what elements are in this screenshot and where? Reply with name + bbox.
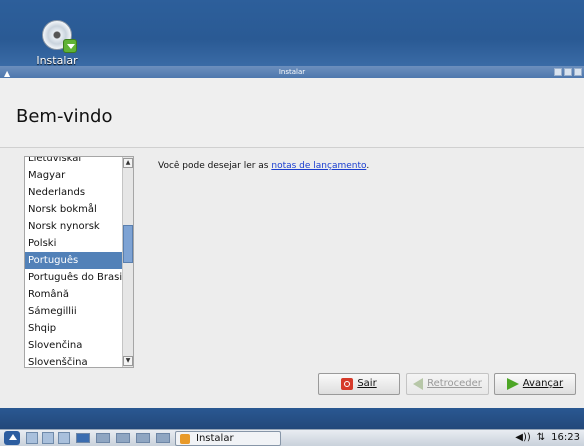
language-list-item[interactable]: Shqip (25, 320, 123, 337)
back-arrow-icon (413, 378, 424, 390)
installer-window: ▲ Instalar Bem-vindo Lietuviškai Magyar Ne… (0, 66, 584, 408)
system-tray: ◀)) ⇅ 16:23 (515, 431, 580, 445)
maximize-button[interactable] (564, 68, 572, 76)
installer-content: Lietuviškai Magyar Nederlands Norsk bokmål N… (0, 148, 584, 408)
release-note-text: Você pode desejar ler as notas de lançam… (158, 161, 369, 171)
workspace-4[interactable] (136, 433, 150, 443)
welcome-header: Bem-vindo (0, 78, 584, 148)
minimize-button[interactable] (554, 68, 562, 76)
workspace-3[interactable] (116, 433, 130, 443)
file-manager-icon[interactable] (26, 432, 38, 444)
volume-icon[interactable]: ◀)) (515, 431, 531, 445)
workspace-2[interactable] (96, 433, 110, 443)
back-button[interactable]: Retroceder (406, 373, 489, 395)
window-titlebar[interactable]: ▲ Instalar (0, 66, 584, 78)
scrollbar-thumb[interactable] (123, 225, 133, 263)
language-list-item[interactable]: Magyar (25, 167, 123, 184)
language-list-item[interactable]: Polski (25, 235, 123, 252)
forward-label: Avançar (522, 378, 564, 389)
back-label: Retroceder (427, 378, 482, 389)
window-app-icon: ▲ (4, 69, 11, 78)
taskbar: Instalar ◀)) ⇅ 16:23 (0, 429, 584, 446)
quit-icon (341, 378, 354, 390)
workspace-5[interactable] (156, 433, 170, 443)
window-controls (554, 68, 582, 76)
desktop-bottom (0, 408, 584, 429)
show-desktop-icon[interactable] (58, 432, 70, 444)
quit-button[interactable]: Sair (318, 373, 400, 395)
installer-task-icon (180, 434, 190, 444)
page-title: Bem-vindo (16, 106, 113, 127)
taskbar-task-installer[interactable]: Instalar (175, 431, 281, 446)
language-list-item[interactable]: Português do Brasil (25, 269, 125, 286)
close-button[interactable] (574, 68, 582, 76)
workspace-1[interactable] (76, 433, 90, 443)
task-label: Instalar (196, 433, 234, 444)
forward-button[interactable]: Avançar (494, 373, 576, 395)
language-list-item[interactable]: Română (25, 286, 123, 303)
scroll-up-button[interactable]: ▲ (123, 158, 133, 168)
language-list-item[interactable]: Lietuviškai (25, 157, 123, 167)
browser-icon[interactable] (42, 432, 54, 444)
quit-label: Sair (357, 378, 377, 389)
language-list-item[interactable]: Nederlands (25, 184, 123, 201)
language-list-item[interactable]: Português (25, 252, 123, 269)
language-list-items: Lietuviškai Magyar Nederlands Norsk bokmål N… (25, 157, 125, 367)
language-list-item[interactable]: Slovenčina (25, 337, 123, 354)
desktop: Instalar (0, 0, 584, 67)
network-icon[interactable]: ⇅ (537, 431, 545, 445)
language-list-scrollbar[interactable]: ▲ ▼ (122, 157, 133, 367)
start-menu-icon[interactable] (4, 431, 20, 445)
cd-install-icon (42, 20, 77, 53)
language-list-item[interactable]: Norsk bokmål (25, 201, 123, 218)
release-note-suffix: . (366, 161, 370, 171)
language-list-item[interactable]: Sámegillii (25, 303, 123, 320)
clock[interactable]: 16:23 (551, 431, 580, 445)
desktop-install-icon[interactable]: Instalar (34, 20, 80, 67)
forward-arrow-icon (506, 378, 519, 390)
window-title: Instalar (278, 68, 306, 76)
release-note-prefix: Você pode desejar ler as (158, 161, 272, 171)
language-list[interactable]: Lietuviškai Magyar Nederlands Norsk bokmål N… (24, 156, 134, 368)
scroll-down-button[interactable]: ▼ (123, 356, 133, 366)
release-notes-link[interactable]: notas de lançamento (271, 161, 366, 171)
language-list-item[interactable]: Slovenščina (25, 354, 123, 367)
language-list-item[interactable]: Norsk nynorsk (25, 218, 123, 235)
